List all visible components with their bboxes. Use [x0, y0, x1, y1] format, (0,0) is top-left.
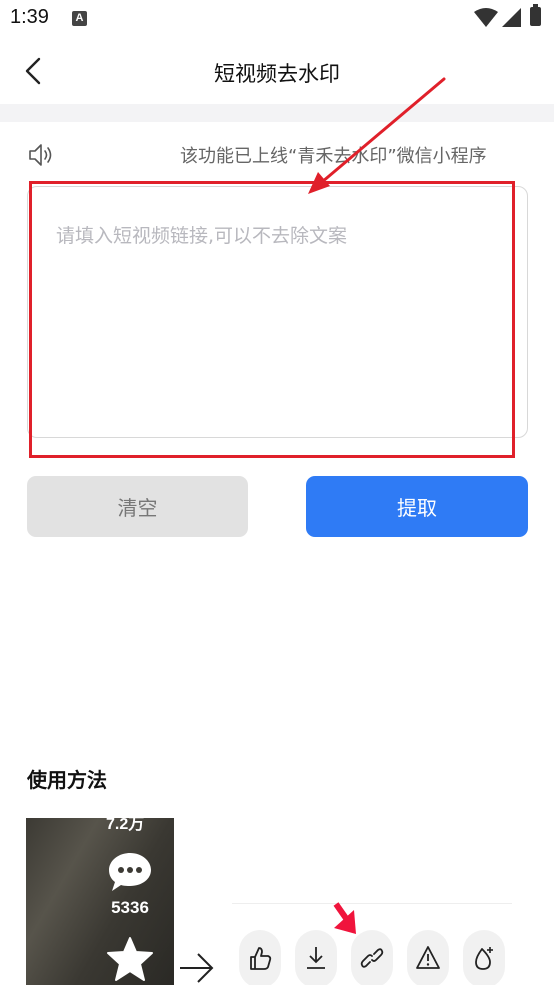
share-report-button[interactable]	[407, 930, 449, 985]
dislike-icon	[475, 947, 493, 970]
demo-video-screenshot: 7.2万 5336	[26, 818, 174, 985]
demo-comment-count: 5336	[111, 898, 149, 917]
clear-button[interactable]: 清空	[27, 476, 248, 537]
share-download-button[interactable]	[295, 930, 337, 985]
notice-bar: 该功能已上线“青禾去水印”微信小程序	[0, 138, 554, 172]
video-link-input[interactable]	[27, 186, 528, 438]
wifi-icon	[474, 8, 498, 27]
share-dislike-button[interactable]	[463, 930, 505, 985]
battery-icon	[530, 4, 541, 26]
pointer-arrow-icon	[333, 902, 356, 934]
share-panel-divider	[232, 903, 512, 904]
app-notification-icon: A	[72, 11, 87, 26]
usage-title: 使用方法	[27, 768, 107, 792]
status-time: 1:39	[10, 6, 49, 28]
notice-fade	[527, 138, 554, 172]
page-title: 短视频去水印	[214, 62, 340, 86]
notice-text: 该功能已上线“青禾去水印”微信小程序	[180, 146, 487, 167]
comment-icon	[109, 853, 151, 891]
report-icon	[416, 946, 440, 969]
share-like-button[interactable]	[239, 930, 281, 985]
demo-like-count: 7.2万	[106, 818, 145, 833]
like-icon	[250, 947, 272, 970]
arrow-right-icon	[180, 953, 214, 983]
speaker-icon	[29, 144, 52, 166]
share-link-button[interactable]	[351, 930, 393, 985]
signal-icon	[502, 8, 521, 27]
section-divider	[0, 104, 554, 122]
extract-button[interactable]: 提取	[306, 476, 528, 537]
download-icon	[307, 947, 325, 969]
link-icon	[360, 948, 384, 968]
status-bar: 1:39 A	[0, 0, 554, 36]
star-icon	[107, 937, 153, 981]
nav-bar: 短视频去水印	[0, 38, 554, 104]
